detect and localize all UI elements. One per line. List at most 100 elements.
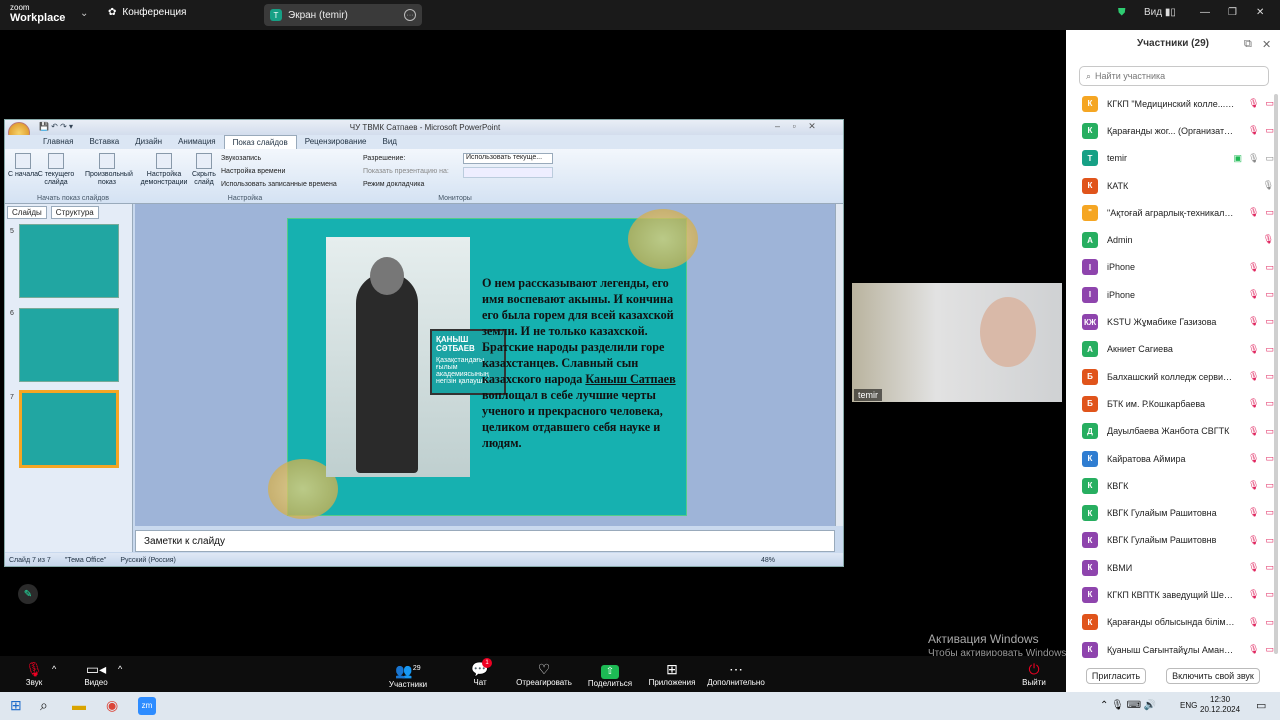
custom-show-button[interactable]: Произвольный показ bbox=[85, 153, 133, 187]
taskbar-clock[interactable]: 12:30 20.12.2024 bbox=[1200, 695, 1240, 715]
zoom-level[interactable]: 48% bbox=[761, 557, 775, 564]
participant-row[interactable]: К КГКП КВПТК заведущий Шем... 🎙 ▭ bbox=[1066, 581, 1280, 608]
participant-row[interactable]: К КАТК 🎙 bbox=[1066, 172, 1280, 199]
use-timings-checkbox[interactable]: Использовать записанные времена bbox=[221, 181, 337, 188]
tab-view[interactable]: Вид bbox=[375, 135, 405, 149]
tab-review[interactable]: Рецензирование bbox=[297, 135, 375, 149]
microphone-muted-icon[interactable]: 🎙 bbox=[1248, 344, 1259, 355]
security-shield-icon[interactable]: ⛊ bbox=[1118, 7, 1126, 18]
video-off-icon[interactable]: ▭ bbox=[1265, 262, 1274, 273]
slide-thumbnail[interactable] bbox=[19, 308, 119, 382]
minimize-icon[interactable]: — bbox=[1200, 7, 1210, 18]
tab-slideshow[interactable]: Показ слайдов bbox=[223, 135, 297, 149]
apps-button[interactable]: ⊞ Приложения bbox=[642, 660, 702, 687]
chat-button[interactable]: 💬 Чат 1 bbox=[450, 658, 510, 687]
unmute-button[interactable]: Включить свой звук bbox=[1166, 668, 1260, 684]
microphone-muted-icon[interactable]: 🎙 bbox=[1248, 562, 1259, 573]
more-icon[interactable]: ··· bbox=[404, 9, 416, 21]
view-button[interactable]: Вид ▮▯ bbox=[1144, 7, 1176, 18]
tab-insert[interactable]: Вставка bbox=[81, 135, 127, 149]
microphone-muted-icon[interactable]: 🎙 bbox=[1263, 234, 1274, 245]
audio-options-icon[interactable]: ^ bbox=[52, 664, 56, 674]
participant-search-input[interactable]: ⌕ Найти участника bbox=[1079, 66, 1269, 86]
tray-icons[interactable]: ⌃ 🎙 ⌨ 🔊 bbox=[1100, 700, 1156, 711]
react-button[interactable]: ♡ Отреагировать bbox=[514, 660, 574, 687]
search-icon[interactable]: ⌕ bbox=[40, 697, 48, 714]
chrome-icon[interactable]: ◉ bbox=[106, 697, 118, 714]
video-off-icon[interactable]: ▭ bbox=[1265, 316, 1274, 327]
microphone-muted-icon[interactable]: 🎙 bbox=[1248, 207, 1259, 218]
microphone-muted-icon[interactable]: 🎙 bbox=[1248, 480, 1259, 491]
notification-icon[interactable]: ▭ bbox=[1256, 699, 1266, 712]
participant-video[interactable]: temir bbox=[852, 283, 1062, 402]
participant-row[interactable]: К КВГК Гулайым Рашитовна 🎙 ▭ bbox=[1066, 499, 1280, 526]
slide-thumbnail-selected[interactable] bbox=[19, 390, 119, 468]
video-button[interactable]: ▭◂ Видео bbox=[66, 660, 126, 687]
resolution-select[interactable]: Использовать текуще... bbox=[463, 153, 553, 164]
participant-row[interactable]: А Акниет Сагиева 🎙 ▭ bbox=[1066, 336, 1280, 363]
microphone-muted-icon[interactable]: 🎙 bbox=[1248, 125, 1259, 136]
presenter-view-checkbox[interactable]: Режим докладчика bbox=[363, 181, 424, 188]
microphone-muted-icon[interactable]: 🎙 bbox=[1248, 289, 1259, 300]
participant-row[interactable]: Ttemir ▣ 🎙 ▭ bbox=[1066, 145, 1280, 172]
tab-slides[interactable]: Слайды bbox=[7, 206, 47, 219]
participant-row[interactable]: К КВГК Гулайым Рашитовнв 🎙 ▭ bbox=[1066, 527, 1280, 554]
video-off-icon[interactable]: ▭ bbox=[1265, 98, 1274, 109]
rehearse-timings-button[interactable]: Настройка времени bbox=[221, 168, 285, 175]
tab-home[interactable]: Главная bbox=[35, 135, 81, 149]
participant-row[interactable]: К Кайратова Аймира 🎙 ▭ bbox=[1066, 445, 1280, 472]
microphone-icon[interactable]: 🎙 bbox=[1248, 153, 1259, 164]
participant-row[interactable]: К КГКП "Медицинский колле... (Я) 🎙 ▭ bbox=[1066, 90, 1280, 117]
microphone-muted-icon[interactable]: 🎙 bbox=[1248, 316, 1259, 327]
participant-row[interactable]: IiPhone 🎙 ▭ bbox=[1066, 254, 1280, 281]
current-slide[interactable]: ҚАНЫШ СӘТБАЕВ Қазақстандағы ғылым академи… bbox=[268, 209, 698, 519]
screen-share-tab[interactable]: T Экран (temir) ··· bbox=[264, 4, 422, 26]
participant-row[interactable]: К Қарағанды жог... (Организатор) 🎙 ▭ bbox=[1066, 117, 1280, 144]
video-off-icon[interactable]: ▭ bbox=[1265, 480, 1274, 491]
close-icon[interactable]: ✕ bbox=[1256, 7, 1264, 18]
close-panel-icon[interactable]: ✕ bbox=[1262, 38, 1271, 51]
microphone-muted-icon[interactable]: 🎙 bbox=[1248, 644, 1259, 655]
video-off-icon[interactable]: ▭ bbox=[1265, 535, 1274, 546]
quick-access-toolbar[interactable]: 💾 ↶ ↷ ▾ bbox=[39, 122, 73, 131]
from-current-button[interactable]: С текущего слайда bbox=[37, 153, 75, 187]
participant-row[interactable]: IiPhone 🎙 ▭ bbox=[1066, 281, 1280, 308]
window-controls[interactable]: – ▫ ✕ bbox=[775, 121, 816, 132]
monitor-select[interactable] bbox=[463, 167, 553, 178]
video-icon[interactable]: ▭ bbox=[1265, 153, 1274, 164]
hide-slide-button[interactable]: Скрыть слайд bbox=[191, 153, 217, 187]
meeting-info-button[interactable]: ✿ Конференция bbox=[108, 7, 186, 18]
annotate-pen-icon[interactable]: ✎ bbox=[18, 584, 38, 604]
microphone-muted-icon[interactable]: 🎙 bbox=[1248, 98, 1259, 109]
participant-row[interactable]: К КВМИ 🎙 ▭ bbox=[1066, 554, 1280, 581]
windows-start-icon[interactable]: ⊞ bbox=[10, 697, 22, 714]
participant-row[interactable]: " "Ақтоғай аграрлық-техникалы... 🎙 ▭ bbox=[1066, 199, 1280, 226]
video-off-icon[interactable]: ▭ bbox=[1265, 507, 1274, 518]
video-off-icon[interactable]: ▭ bbox=[1265, 398, 1274, 409]
participant-row[interactable]: Б Балхашский колледж сервиса... 🎙 ▭ bbox=[1066, 363, 1280, 390]
video-off-icon[interactable]: ▭ bbox=[1265, 125, 1274, 136]
tab-animation[interactable]: Анимация bbox=[170, 135, 224, 149]
slide-thumbnail[interactable] bbox=[19, 224, 119, 298]
microphone-muted-icon[interactable]: 🎙 bbox=[1248, 617, 1259, 628]
participant-row[interactable]: К Қуаныш Сағынтайұлы Аманқ... 🎙 ▭ bbox=[1066, 636, 1280, 663]
setup-show-button[interactable]: Настройка демонстрации bbox=[139, 153, 189, 187]
participant-row[interactable]: A Admin 🎙 bbox=[1066, 226, 1280, 253]
tab-design[interactable]: Дизайн bbox=[127, 135, 170, 149]
input-language[interactable]: ENG bbox=[1180, 701, 1197, 710]
leave-button[interactable]: ⏻ Выйти bbox=[1004, 660, 1064, 687]
microphone-muted-icon[interactable]: 🎙 bbox=[1248, 262, 1259, 273]
participants-button[interactable]: 👥29 Участники bbox=[378, 660, 438, 689]
video-off-icon[interactable]: ▭ bbox=[1265, 617, 1274, 628]
invite-button[interactable]: Пригласить bbox=[1086, 668, 1146, 684]
panel-scrollbar[interactable] bbox=[1274, 94, 1278, 654]
slide-notes[interactable]: Заметки к слайду bbox=[135, 530, 835, 552]
from-start-button[interactable]: С начала bbox=[7, 153, 39, 179]
microphone-muted-icon[interactable]: 🎙 bbox=[1248, 426, 1259, 437]
video-off-icon[interactable]: ▭ bbox=[1265, 453, 1274, 464]
microphone-muted-icon[interactable]: 🎙 bbox=[1248, 371, 1259, 382]
record-narration-button[interactable]: Звукозапись bbox=[221, 155, 261, 162]
popout-icon[interactable]: ⧉ bbox=[1244, 38, 1252, 51]
tab-outline[interactable]: Структура bbox=[50, 206, 99, 219]
zoom-app-icon[interactable]: zm bbox=[138, 697, 156, 715]
